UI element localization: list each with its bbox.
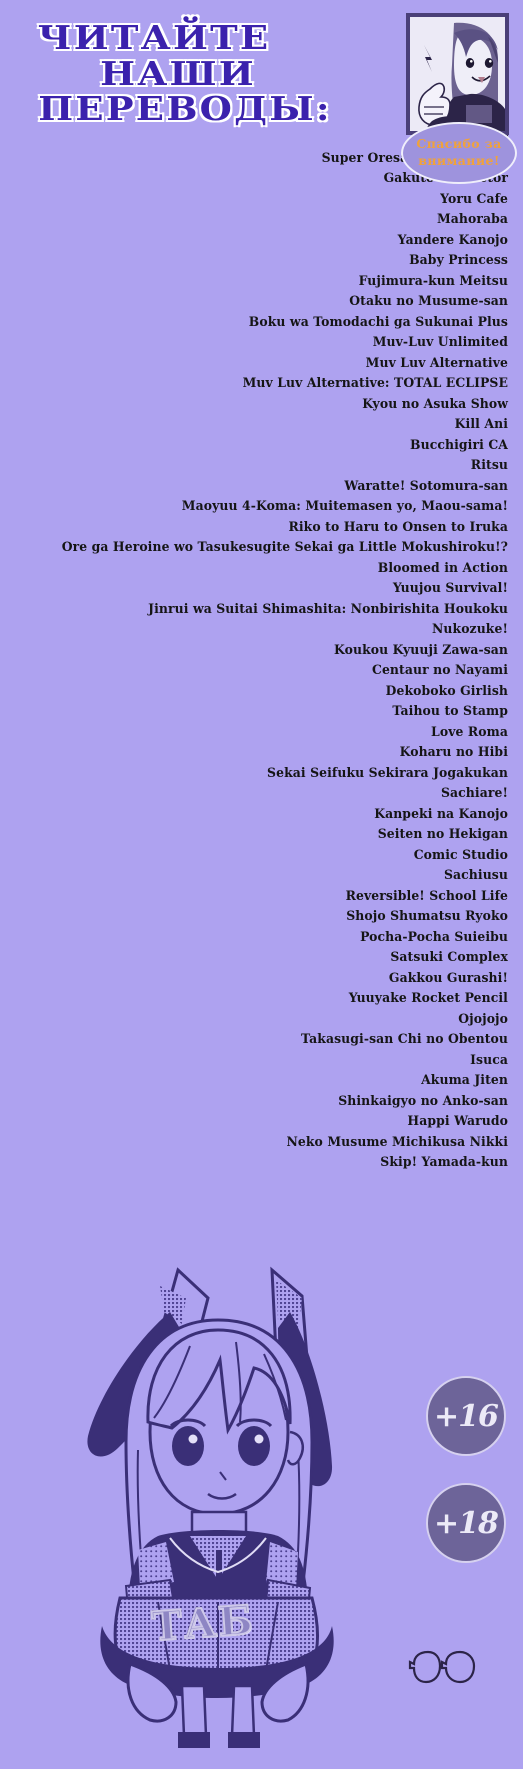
list-item: Shinkaigyo no Anko-san [338,1093,508,1109]
list-item: Yoru Cafe [440,191,508,207]
list-item: Sekai Seifuku Sekirara Jogakukan [267,765,508,781]
list-item: Taihou to Stamp [392,704,508,719]
hands-doodle-icon [408,1648,478,1693]
list-item: Koharu no Hibi [399,745,508,760]
list-item: Isuca [470,1052,508,1068]
list-item: Muv Luv Alternative: TOTAL ECLIPSE [242,376,509,391]
list-item: Seiten no Hekigan [377,827,508,842]
thanks-line-2: внимание! [418,153,500,168]
list-item: Ritsu [470,458,508,473]
list-item: Sachiare! [440,786,508,801]
thanks-line-1: Спасибо за [416,136,502,152]
translated-titles-list: ArdourSuper Oresama Love StoryGakuto No … [0,128,523,1174]
list-item: Shojo Shumatsu Ryoko [346,909,508,924]
list-item: Pocha-Pocha Suieibu [360,929,508,945]
list-item: Fujimura-kun Meitsu [358,273,508,289]
list-item: Boku wa Tomodachi ga Sukunai Plus [248,314,508,330]
list-item: Mahoraba [436,212,508,227]
chibi-character-illustration [40,1250,400,1750]
page-title-line-2: НАШИ [98,53,256,93]
list-item: Bloomed in Action [377,560,508,576]
list-item: Happi Warudo [407,1114,508,1129]
age-badge-16-label: +16 [434,1398,499,1434]
list-item: Comic Studio [413,847,508,863]
list-item: Otaku no Musume-san [349,294,508,309]
list-item: Yuuyake Rocket Pencil [348,991,508,1006]
age-badge-18-label: +18 [434,1505,499,1541]
list-item: Yandere Kanojo [397,232,508,248]
list-item: Riko to Haru to Onsen to Iruka [288,519,508,535]
list-item: Ojojojo [458,1011,508,1027]
list-item: Muv-Luv Unlimited [372,335,508,350]
list-item: Gakkou Gurashi! [388,970,508,986]
group-watermark: ТАБ [149,1595,257,1651]
age-badge-16: +16 [426,1376,506,1456]
list-item: Reversible! School Life [345,888,508,904]
list-item: Neko Musume Michikusa Nikki [286,1134,508,1150]
list-item: Muv Luv Alternative [365,355,508,371]
list-item: Baby Princess [409,253,508,268]
page-title-line-3: ПЕРЕВОДЫ: [37,89,332,129]
list-item: Yuujou Survival! [392,581,508,596]
list-item: Kanpeki na Kanojo [374,806,508,822]
list-item: Bucchigiri CA [410,437,508,453]
list-item: Koukou Kyuuji Zawa-san [334,642,508,658]
list-item: Kill Ani [454,417,508,432]
page-title-line-1: ЧИТАЙТЕ [36,18,271,57]
list-item: Centaur no Nayami [371,663,508,678]
credits-page: ЧИТАЙТЕ НАШИ ПЕРЕВОДЫ: Спасибо за вниман… [0,0,523,1769]
list-item: Ore ga Heroine wo Tasukesugite Sekai ga … [61,540,509,555]
list-item: Satsuki Complex [390,950,508,965]
page-title: ЧИТАЙТЕ НАШИ ПЕРЕВОДЫ: [0,20,331,127]
list-item: Jinrui wa Suitai Shimashita: Nonbirishit… [148,601,508,617]
list-item: Nukozuke! [431,622,508,637]
list-item: Takasugi-san Chi no Obentou [301,1032,508,1047]
list-item: Skip! Yamada-kun [380,1155,508,1170]
list-item: Maoyuu 4-Koma: Muitemasen yo, Maou-sama! [181,499,508,514]
list-item: Waratte! Sotomura-san [344,478,508,494]
list-item: Dekoboko Girlish [385,683,508,699]
list-item: Love Roma [431,724,508,740]
list-item: Akuma Jiten [421,1073,508,1088]
list-item: Kyou no Asuka Show [362,396,508,412]
thanks-bubble: Спасибо за внимание! [401,122,517,184]
avatar [406,13,509,135]
age-badge-18: +18 [426,1483,506,1563]
list-item: Sachiusu [443,868,508,883]
